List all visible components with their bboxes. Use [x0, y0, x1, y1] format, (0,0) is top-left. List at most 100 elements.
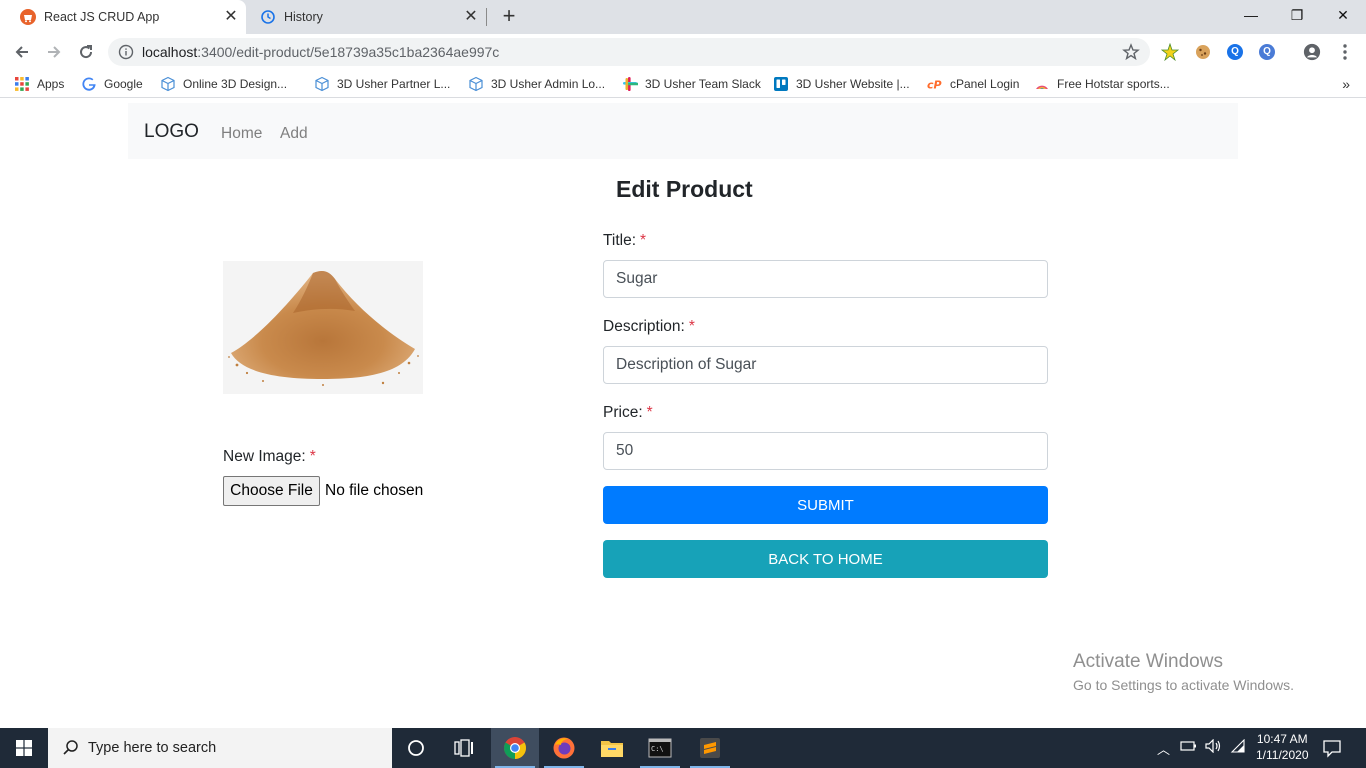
notification-center-button[interactable] — [1322, 738, 1342, 763]
bookmark-3d-usher-website[interactable]: 3D Usher Website |... — [773, 75, 910, 93]
extension-star-icon[interactable] — [1161, 43, 1179, 61]
chrome-icon — [504, 737, 526, 759]
cube-icon — [315, 76, 329, 92]
new-image-label: New Image: * — [223, 448, 316, 466]
show-hidden-icons-chevron-icon[interactable]: ︿ — [1157, 739, 1170, 758]
url-path: :3400/edit-product/5e18739a35c1ba2364ae9… — [197, 44, 500, 60]
title-label-text: Title: — [603, 232, 637, 249]
battery-icon[interactable] — [1180, 739, 1198, 756]
apps-grid-icon — [15, 77, 29, 91]
search-placeholder: Type here to search — [88, 740, 217, 756]
title-input[interactable] — [603, 260, 1048, 298]
start-button[interactable] — [0, 728, 48, 768]
taskbar-sublime[interactable] — [686, 728, 734, 768]
info-icon[interactable] — [118, 44, 134, 60]
tab-history[interactable]: History ✕ — [248, 0, 486, 34]
bookmark-3d-usher-admin[interactable]: 3D Usher Admin Lo... — [468, 75, 605, 93]
search-extension-2-icon[interactable]: Q — [1258, 43, 1276, 61]
slack-icon — [623, 77, 638, 91]
required-marker: * — [688, 318, 695, 335]
tab-separator — [486, 8, 487, 26]
minimize-button[interactable]: — — [1228, 0, 1274, 30]
app-navbar: LOGO Home Add — [128, 103, 1238, 159]
nav-add-link[interactable]: Add — [280, 125, 308, 143]
search-icon — [63, 740, 78, 755]
search-extension-icon[interactable]: Q — [1226, 43, 1244, 61]
reload-icon — [80, 45, 93, 59]
bookmark-label: Free Hotstar sports... — [1057, 77, 1170, 91]
bookmark-cpanel[interactable]: cP cPanel Login — [927, 75, 1019, 93]
bookmark-online-3d[interactable]: Online 3D Design... — [160, 75, 287, 93]
page-content: LOGO Home Add Edit Product New Image: * C… — [0, 99, 1366, 728]
cortana-circle-icon — [408, 740, 424, 756]
taskbar-firefox[interactable] — [540, 728, 588, 768]
choose-file-button[interactable]: Choose File — [223, 476, 320, 506]
tab-close-icon[interactable]: ✕ — [462, 8, 480, 26]
svg-text:C:\: C:\ — [651, 745, 664, 753]
close-window-button[interactable]: ✕ — [1320, 0, 1366, 30]
cortana-button[interactable] — [392, 728, 440, 768]
svg-text:cP: cP — [927, 79, 942, 92]
folder-icon — [601, 741, 623, 757]
bookmark-star-icon[interactable] — [1122, 43, 1140, 61]
app-favicon-icon — [20, 9, 36, 25]
bookmark-hotstar[interactable]: Free Hotstar sports... — [1034, 75, 1170, 93]
taskbar-file-explorer[interactable] — [588, 728, 636, 768]
navbar-logo[interactable]: LOGO — [144, 121, 199, 143]
bookmark-label: 3D Usher Admin Lo... — [491, 77, 606, 91]
url-text: localhost:3400/edit-product/5e18739a35c1… — [142, 44, 499, 60]
back-to-home-button[interactable]: BACK TO HOME — [603, 540, 1048, 578]
profile-avatar-icon[interactable] — [1303, 43, 1321, 61]
reload-button[interactable] — [74, 40, 98, 64]
description-label: Description: * — [603, 318, 695, 336]
bookmarks-overflow-icon[interactable]: » — [1342, 76, 1350, 92]
browser-toolbar: localhost:3400/edit-product/5e18739a35c1… — [0, 34, 1366, 70]
wifi-icon[interactable] — [1230, 738, 1246, 756]
required-marker: * — [640, 232, 647, 249]
clock-date: 1/11/2020 — [1256, 748, 1309, 762]
cube-icon — [469, 76, 483, 92]
restore-button[interactable]: ❐ — [1274, 0, 1320, 30]
taskbar-chrome[interactable] — [491, 728, 539, 768]
volume-icon[interactable] — [1205, 738, 1223, 756]
menu-kebab-icon[interactable] — [1336, 43, 1354, 61]
address-bar[interactable]: localhost:3400/edit-product/5e18739a35c1… — [108, 38, 1150, 66]
tab-close-icon[interactable]: ✕ — [222, 8, 240, 26]
forward-button[interactable] — [42, 40, 66, 64]
page-title: Edit Product — [616, 176, 753, 202]
bookmark-google[interactable]: Google — [81, 75, 143, 93]
arrow-right-icon — [48, 46, 61, 58]
bookmark-3d-usher-partner[interactable]: 3D Usher Partner L... — [314, 75, 450, 93]
bookmark-label: 3D Usher Team Slack — [645, 77, 761, 91]
bookmark-team-slack[interactable]: 3D Usher Team Slack — [622, 75, 761, 93]
windows-taskbar: Type here to search C:\ ︿ 10:47 AM 1/11/… — [0, 728, 1366, 768]
sublime-text-icon — [700, 738, 720, 758]
price-input[interactable] — [603, 432, 1048, 470]
cube-icon — [161, 76, 175, 92]
submit-button[interactable]: SUBMIT — [603, 486, 1048, 524]
cpanel-icon: cP — [927, 79, 942, 92]
description-input[interactable] — [603, 346, 1048, 384]
new-tab-button[interactable]: + — [498, 5, 520, 28]
back-button[interactable] — [10, 40, 34, 64]
clock-time: 10:47 AM — [1256, 732, 1308, 746]
system-clock[interactable]: 10:47 AM 1/11/2020 — [1256, 731, 1309, 763]
watermark-title: Activate Windows — [1073, 651, 1223, 672]
taskbar-search-box[interactable]: Type here to search — [48, 728, 392, 768]
bookmark-apps[interactable]: Apps — [14, 75, 64, 93]
tab-react-crud[interactable]: React JS CRUD App ✕ — [0, 0, 246, 34]
description-label-text: Description: — [603, 318, 685, 335]
bookmarks-bar: Apps Google Online 3D Design... 3D Usher… — [0, 70, 1366, 98]
new-image-label-text: New Image: — [223, 448, 306, 465]
task-view-button[interactable] — [440, 728, 488, 768]
product-image — [223, 261, 423, 394]
activate-windows-watermark: Activate Windows Go to Settings to activ… — [1073, 651, 1294, 693]
task-view-icon — [454, 739, 473, 757]
trello-icon — [774, 77, 788, 91]
terminal-icon: C:\ — [648, 738, 672, 758]
cookie-extension-icon[interactable] — [1194, 43, 1212, 61]
nav-home-link[interactable]: Home — [221, 125, 262, 143]
notification-icon — [1323, 740, 1341, 758]
file-status-text: No file chosen — [325, 482, 424, 499]
taskbar-terminal[interactable]: C:\ — [636, 728, 684, 768]
